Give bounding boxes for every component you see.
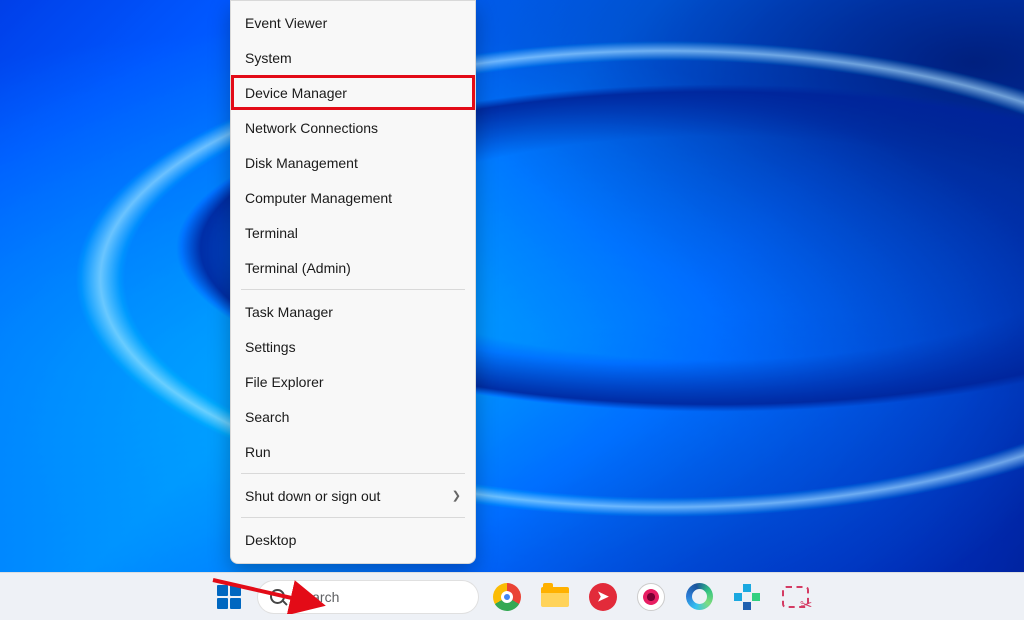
taskbar: Search ➤ (0, 572, 1024, 620)
menu-item-desktop[interactable]: Desktop (231, 522, 475, 557)
chevron-right-icon: ❯ (452, 489, 461, 502)
menu-separator (241, 517, 465, 518)
menu-item-label: Computer Management (245, 190, 392, 206)
menu-item-network-connections[interactable]: Network Connections (231, 110, 475, 145)
mail-app-icon[interactable]: ➤ (583, 577, 623, 617)
menu-item-label: Disk Management (245, 155, 358, 171)
utility-app-icon[interactable] (727, 577, 767, 617)
menu-item-search[interactable]: Search (231, 399, 475, 434)
menu-item-disk-management[interactable]: Disk Management (231, 145, 475, 180)
menu-item-label: Event Viewer (245, 15, 327, 31)
menu-item-device-manager[interactable]: Device Manager (231, 75, 475, 110)
menu-item-label: Settings (245, 339, 296, 355)
start-button[interactable] (209, 577, 249, 617)
menu-item-run[interactable]: Run (231, 434, 475, 469)
disc-icon (637, 583, 665, 611)
scissors-icon (782, 586, 809, 608)
menu-item-label: Search (245, 409, 289, 425)
menu-item-label: Terminal (Admin) (245, 260, 351, 276)
snip-tool-icon[interactable] (775, 577, 815, 617)
menu-item-label: Task Manager (245, 304, 333, 320)
envelope-icon: ➤ (589, 583, 617, 611)
edge-icon[interactable] (679, 577, 719, 617)
menu-item-task-manager[interactable]: Task Manager (231, 294, 475, 329)
menu-item-file-explorer[interactable]: File Explorer (231, 364, 475, 399)
menu-item-settings[interactable]: Settings (231, 329, 475, 364)
search-icon (270, 589, 285, 604)
menu-item-shutdown[interactable]: Shut down or sign out ❯ (231, 478, 475, 513)
menu-item-event-viewer[interactable]: Event Viewer (231, 5, 475, 40)
menu-item-label: File Explorer (245, 374, 324, 390)
desktop-wallpaper (0, 0, 1024, 620)
menu-item-label: Device Manager (245, 85, 347, 101)
windows-logo-icon (217, 585, 241, 609)
menu-item-terminal-admin[interactable]: Terminal (Admin) (231, 250, 475, 285)
menu-item-label: Network Connections (245, 120, 378, 136)
menu-item-label: Shut down or sign out (245, 488, 380, 504)
media-app-icon[interactable] (631, 577, 671, 617)
file-explorer-icon[interactable] (535, 577, 575, 617)
menu-separator (241, 473, 465, 474)
chrome-icon[interactable] (487, 577, 527, 617)
menu-separator (241, 289, 465, 290)
menu-item-system[interactable]: System (231, 40, 475, 75)
menu-item-label: System (245, 50, 292, 66)
menu-item-terminal[interactable]: Terminal (231, 215, 475, 250)
pixel-app-icon (734, 584, 760, 610)
winx-context-menu: Event Viewer System Device Manager Netwo… (230, 0, 476, 564)
folder-icon (541, 587, 569, 607)
menu-item-label: Run (245, 444, 271, 460)
search-box[interactable]: Search (257, 580, 479, 614)
search-placeholder: Search (295, 589, 339, 605)
menu-item-label: Terminal (245, 225, 298, 241)
menu-item-label: Desktop (245, 532, 296, 548)
menu-item-computer-management[interactable]: Computer Management (231, 180, 475, 215)
edge-logo-icon (686, 583, 713, 610)
chrome-logo-icon (493, 583, 521, 611)
